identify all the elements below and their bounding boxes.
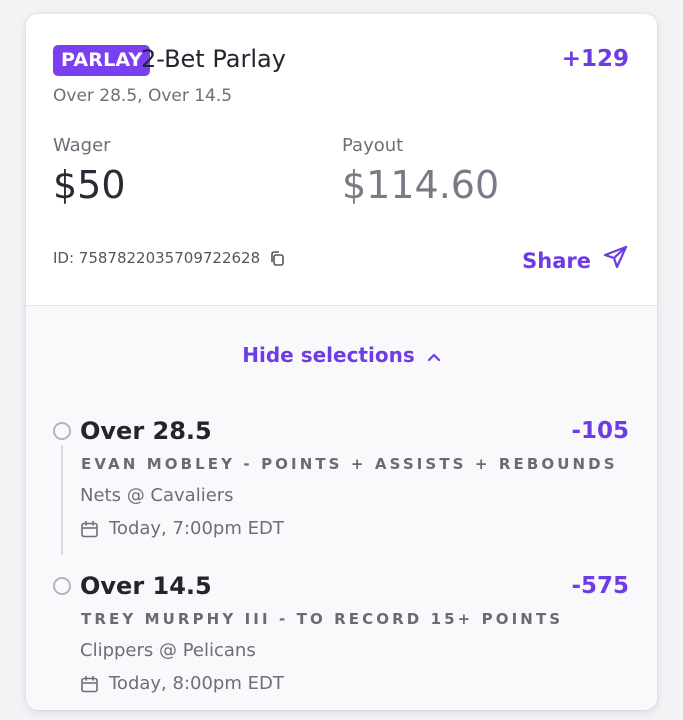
payout-label: Payout <box>342 135 404 156</box>
copy-icon[interactable] <box>269 250 285 267</box>
wager-label: Wager <box>53 135 111 156</box>
leg-connector <box>61 445 63 555</box>
selection-time: Today, 7:00pm EDT <box>109 518 284 539</box>
selection-market: TREY MURPHY III - TO RECORD 15+ POINTS <box>81 610 564 628</box>
chevron-up-icon <box>427 340 441 370</box>
payout-value: $114.60 <box>342 163 500 207</box>
selection-game: Nets @ Cavaliers <box>80 485 234 506</box>
selection-title: Over 28.5 <box>80 417 212 445</box>
hide-selections-button[interactable]: Hide selections <box>26 340 657 370</box>
bet-subtitle: Over 28.5, Over 14.5 <box>53 86 233 106</box>
bet-title: 2-Bet Parlay <box>141 45 286 73</box>
bet-card: PARLAY 2-Bet Parlay +129 Over 28.5, Over… <box>26 14 657 710</box>
circle-icon <box>53 577 71 595</box>
bet-id-row: ID: 7587822035709722628 <box>53 247 285 269</box>
selection-time: Today, 8:00pm EDT <box>109 673 284 694</box>
selections-panel: Hide selections Over 28.5 -105 EVAN MOBL… <box>26 305 657 710</box>
calendar-icon <box>80 520 99 539</box>
bet-id: ID: 7587822035709722628 <box>53 249 261 267</box>
bet-summary: PARLAY 2-Bet Parlay +129 Over 28.5, Over… <box>26 14 657 305</box>
selection-market: EVAN MOBLEY - POINTS + ASSISTS + REBOUND… <box>81 455 618 473</box>
bet-odds: +129 <box>561 46 629 72</box>
selection-time-row: Today, 7:00pm EDT <box>80 516 284 542</box>
wager-value: $50 <box>53 163 126 207</box>
circle-icon <box>53 422 71 440</box>
send-icon <box>603 244 629 278</box>
selection-odds: -575 <box>571 573 629 599</box>
share-button[interactable]: Share <box>522 244 629 278</box>
selection-game: Clippers @ Pelicans <box>80 640 256 661</box>
selection-odds: -105 <box>571 418 629 444</box>
hide-selections-label: Hide selections <box>242 343 415 367</box>
selection-time-row: Today, 8:00pm EDT <box>80 671 284 697</box>
parlay-badge: PARLAY <box>53 45 151 76</box>
selection-title: Over 14.5 <box>80 572 212 600</box>
share-label: Share <box>522 249 591 273</box>
calendar-icon <box>80 675 99 694</box>
